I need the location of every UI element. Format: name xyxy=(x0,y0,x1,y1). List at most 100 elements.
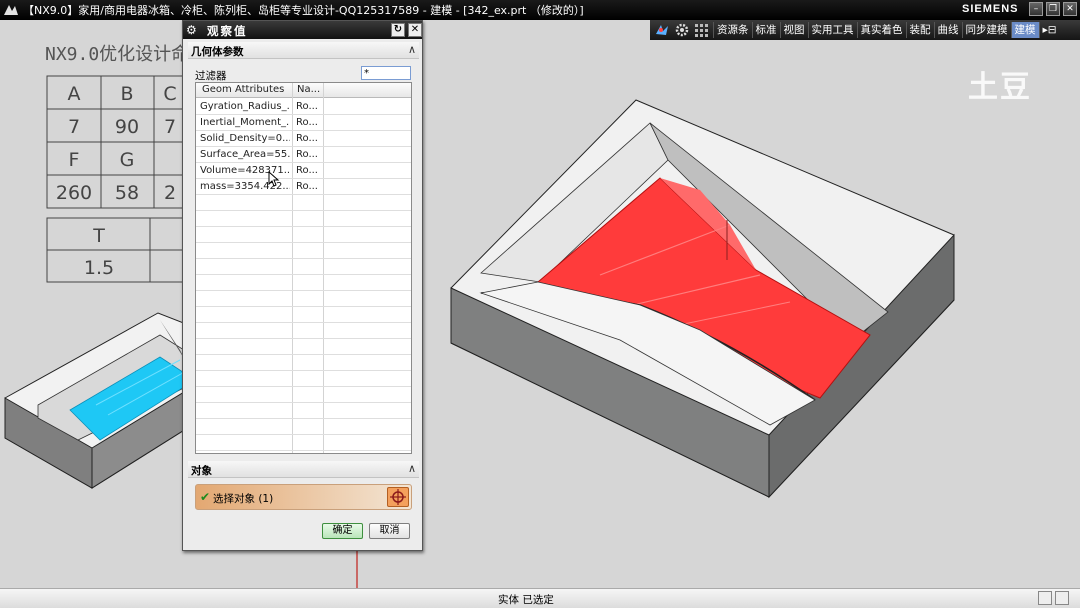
attr-cell: Gyration_Radius_... xyxy=(200,101,290,112)
attr-cell: Surface_Area=55... xyxy=(200,149,290,160)
attr-cell: Inertial_Moment_... xyxy=(200,117,290,128)
empty-row xyxy=(196,211,411,227)
collapse-object-icon[interactable]: ∧ xyxy=(408,462,416,475)
crosshair-icon xyxy=(390,489,406,505)
empty-row xyxy=(196,307,411,323)
reset-icon[interactable]: ↻ xyxy=(391,23,405,37)
empty-row xyxy=(196,195,411,211)
toolbar-modeling[interactable]: 建模 xyxy=(1010,22,1039,38)
empty-row xyxy=(196,387,411,403)
cell-t-value: 1.5 xyxy=(84,257,114,279)
empty-row xyxy=(196,275,411,291)
toolbar-sync-modeling[interactable]: 同步建模 xyxy=(961,22,1011,38)
select-object-row[interactable]: ✔ 选择对象 (1) xyxy=(195,484,412,510)
empty-row xyxy=(196,227,411,243)
toolbar-assembly[interactable]: 装配 xyxy=(905,22,934,38)
siemens-brand: SIEMENS xyxy=(962,3,1019,15)
grid-icon[interactable] xyxy=(694,22,710,38)
select-crosshair-button[interactable] xyxy=(387,487,409,507)
select-object-label: 选择对象 (1) xyxy=(213,493,274,505)
mouse-cursor-icon xyxy=(268,171,280,187)
cancel-button[interactable]: 取消 xyxy=(369,523,410,539)
checkmark-icon: ✔ xyxy=(200,490,211,504)
empty-row xyxy=(196,291,411,307)
toolbar-curve[interactable]: 曲线 xyxy=(933,22,962,38)
object-section-label: 对象 xyxy=(191,465,212,477)
name-cell: Ro... xyxy=(296,101,318,112)
toolbar-view[interactable]: 视图 xyxy=(779,22,808,38)
empty-row xyxy=(196,403,411,419)
name-cell: Ro... xyxy=(296,149,318,160)
table-row[interactable]: Inertial_Moment_... Ro... xyxy=(196,115,411,131)
cell-t: T xyxy=(92,225,105,247)
close-window-button[interactable]: ✕ xyxy=(1063,2,1077,16)
attributes-table[interactable]: Geom Attributes Na... Gyration_Radius_..… xyxy=(195,82,412,454)
dimension-table xyxy=(46,75,188,283)
toolbar-resource-bar[interactable]: 资源条 xyxy=(713,22,752,38)
window-title: 【NX9.0】家用/商用电器冰箱、冷柜、陈列柜、岛柜等专业设计-QQ125317… xyxy=(23,4,584,17)
status-options-icon[interactable] xyxy=(1038,591,1052,605)
graphics-window[interactable]: NX9.0优化设计命令 A B C 7 90 7 F G 260 58 2 T xyxy=(0,20,1080,588)
empty-row xyxy=(196,435,411,451)
cell-a: A xyxy=(68,83,81,105)
cell-g: G xyxy=(120,149,135,171)
dialog-gear-icon[interactable]: ⚙ xyxy=(186,23,200,37)
cell-f: F xyxy=(69,149,80,171)
observe-value-dialog: ⚙ 观察值 ↻ ✕ 几何体参数 ∧ 过滤器 Geom Attributes Na… xyxy=(182,20,423,551)
name-cell: Ro... xyxy=(296,133,318,144)
geom-params-label: 几何体参数 xyxy=(191,46,244,58)
table-row[interactable]: Solid_Density=0.... Ro... xyxy=(196,131,411,147)
collapse-geom-icon[interactable]: ∧ xyxy=(408,43,416,56)
geom-params-section[interactable]: 几何体参数 ∧ xyxy=(188,42,419,59)
gear-icon[interactable] xyxy=(674,22,690,38)
cell-b: B xyxy=(120,83,133,105)
attr-cell: Solid_Density=0.... xyxy=(200,133,290,144)
empty-row xyxy=(196,259,411,275)
cell-g-value: 58 xyxy=(115,182,139,204)
table-header: Geom Attributes Na... xyxy=(196,83,411,98)
title-bar: 【NX9.0】家用/商用电器冰箱、冷柜、陈列柜、岛柜等专业设计-QQ125317… xyxy=(0,0,1080,20)
main-model[interactable] xyxy=(450,99,955,499)
empty-row xyxy=(196,419,411,435)
cell-c-value: 7 xyxy=(164,116,176,138)
main-toolbar: 资源条 标准 视图 实用工具 真实着色 装配 曲线 同步建模 建模 ▸⊟ xyxy=(650,20,1080,40)
toolbar-true-shading[interactable]: 真实着色 xyxy=(856,22,906,38)
dialog-title: 观察值 xyxy=(207,24,248,38)
empty-row xyxy=(196,243,411,259)
dialog-close-icon[interactable]: ✕ xyxy=(408,23,422,37)
toolbar-more-icon[interactable]: ▸⊟ xyxy=(1038,22,1060,38)
empty-row xyxy=(196,355,411,371)
filter-label: 过滤器 xyxy=(195,70,227,82)
object-section[interactable]: 对象 ∧ xyxy=(188,461,419,478)
table-row[interactable]: Surface_Area=55... Ro... xyxy=(196,147,411,163)
model-canvas[interactable]: NX9.0优化设计命令 A B C 7 90 7 F G 260 58 2 T xyxy=(0,20,1080,588)
name-cell: Ro... xyxy=(296,117,318,128)
name-cell: Ro... xyxy=(296,181,318,192)
status-text: 实体 已选定 xyxy=(498,594,554,606)
cell-f-value: 260 xyxy=(56,182,92,204)
tudou-watermark: 土豆 xyxy=(968,70,1032,105)
status-bar: 实体 已选定 xyxy=(0,588,1080,608)
table-row[interactable]: mass=3354.422... Ro... xyxy=(196,179,411,195)
column-geom-attributes[interactable]: Geom Attributes xyxy=(202,84,284,95)
toolbar-standard[interactable]: 标准 xyxy=(751,22,780,38)
toolbar-logo-icon[interactable] xyxy=(654,22,670,38)
empty-row xyxy=(196,323,411,339)
table-row[interactable]: Volume=428371... Ro... xyxy=(196,163,411,179)
filter-input[interactable] xyxy=(361,66,411,80)
minimize-button[interactable]: – xyxy=(1029,2,1043,16)
cell-c: C xyxy=(163,83,176,105)
cell-h-value: 2 xyxy=(164,182,176,204)
empty-row xyxy=(196,339,411,355)
column-name[interactable]: Na... xyxy=(297,84,320,95)
ok-button[interactable]: 确定 xyxy=(322,523,363,539)
cell-a-value: 7 xyxy=(68,116,80,138)
cell-b-value: 90 xyxy=(115,116,139,138)
nx-logo-icon xyxy=(4,5,18,15)
fullscreen-icon[interactable] xyxy=(1055,591,1069,605)
toolbar-utilities[interactable]: 实用工具 xyxy=(807,22,857,38)
restore-button[interactable]: ❐ xyxy=(1046,2,1060,16)
empty-row xyxy=(196,371,411,387)
name-cell: Ro... xyxy=(296,165,318,176)
table-row[interactable]: Gyration_Radius_... Ro... xyxy=(196,99,411,115)
